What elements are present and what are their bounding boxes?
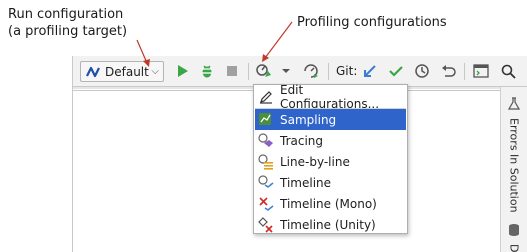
menu-item-edit-configurations[interactable]: Edit Configurations... — [255, 83, 406, 111]
dotnet-icon — [86, 66, 100, 78]
run-configuration-callout: Run configuration (a profiling target) — [8, 6, 127, 40]
database-icon — [508, 222, 520, 241]
menu-item-sampling[interactable]: Sampling — [255, 109, 406, 130]
profiling-configurations-callout: Profiling configurations — [297, 15, 447, 30]
timeline-icon — [258, 174, 274, 191]
database-tab[interactable]: D — [502, 222, 526, 252]
menu-item-timeline[interactable]: Timeline — [255, 172, 406, 193]
timeline-unity-icon — [258, 216, 274, 233]
menu-item-label: Line-by-line — [280, 154, 350, 169]
run-configuration-selector[interactable]: Default ⌵ — [80, 61, 164, 82]
tracing-icon — [258, 132, 274, 149]
menu-item-timeline-mono[interactable]: Timeline (Mono) — [255, 193, 406, 214]
menu-item-label: Timeline (Unity) — [280, 217, 376, 232]
menu-item-label: Timeline — [280, 175, 332, 190]
errors-in-solution-label: Errors In Solution — [507, 118, 521, 213]
run-callout-line2: (a profiling target) — [8, 24, 128, 39]
terminal-icon[interactable] — [473, 63, 489, 79]
timeline-mono-icon — [258, 196, 274, 212]
dropdown-caret-icon[interactable] — [278, 63, 294, 79]
menu-item-label: Tracing — [280, 133, 324, 148]
menu-item-line-by-line[interactable]: Line-by-line — [255, 151, 406, 172]
stop-icon[interactable] — [224, 63, 240, 79]
chevron-down-icon[interactable]: ⌵ — [151, 66, 159, 77]
menu-item-label: Sampling — [280, 112, 337, 127]
run-callout-line1: Run configuration — [8, 7, 124, 22]
debug-icon[interactable] — [199, 63, 215, 79]
database-label: D — [507, 244, 521, 252]
git-label: Git: — [336, 64, 358, 78]
toolbar-separator — [248, 63, 249, 80]
run-configuration-label: Default — [105, 64, 149, 79]
menu-item-label: Timeline (Mono) — [280, 196, 377, 211]
run-icon[interactable] — [175, 63, 191, 79]
menu-item-label: Edit Configurations... — [279, 82, 380, 111]
toolbar-separator — [464, 63, 465, 80]
menu-item-timeline-unity[interactable]: Timeline (Unity) — [255, 214, 406, 235]
errors-in-solution-tab[interactable]: Errors In Solution — [502, 96, 526, 213]
git-history-icon[interactable] — [414, 63, 430, 79]
search-icon[interactable] — [500, 63, 516, 79]
attach-profiler-icon[interactable] — [303, 63, 319, 79]
profiling-configurations-menu: Edit Configurations... Sampling Tracing … — [253, 83, 408, 235]
pencil-icon — [258, 89, 274, 105]
profiling-callout-arrow — [264, 21, 293, 59]
profile-icon[interactable] — [256, 63, 272, 79]
line-by-line-icon — [258, 153, 274, 170]
sampling-icon — [258, 112, 274, 128]
toolbar-separator — [328, 63, 329, 80]
flask-icon — [507, 96, 521, 115]
git-commit-icon[interactable] — [388, 63, 404, 79]
git-rollback-icon[interactable] — [440, 63, 456, 79]
git-update-icon[interactable] — [362, 63, 378, 79]
menu-item-tracing[interactable]: Tracing — [255, 130, 406, 151]
